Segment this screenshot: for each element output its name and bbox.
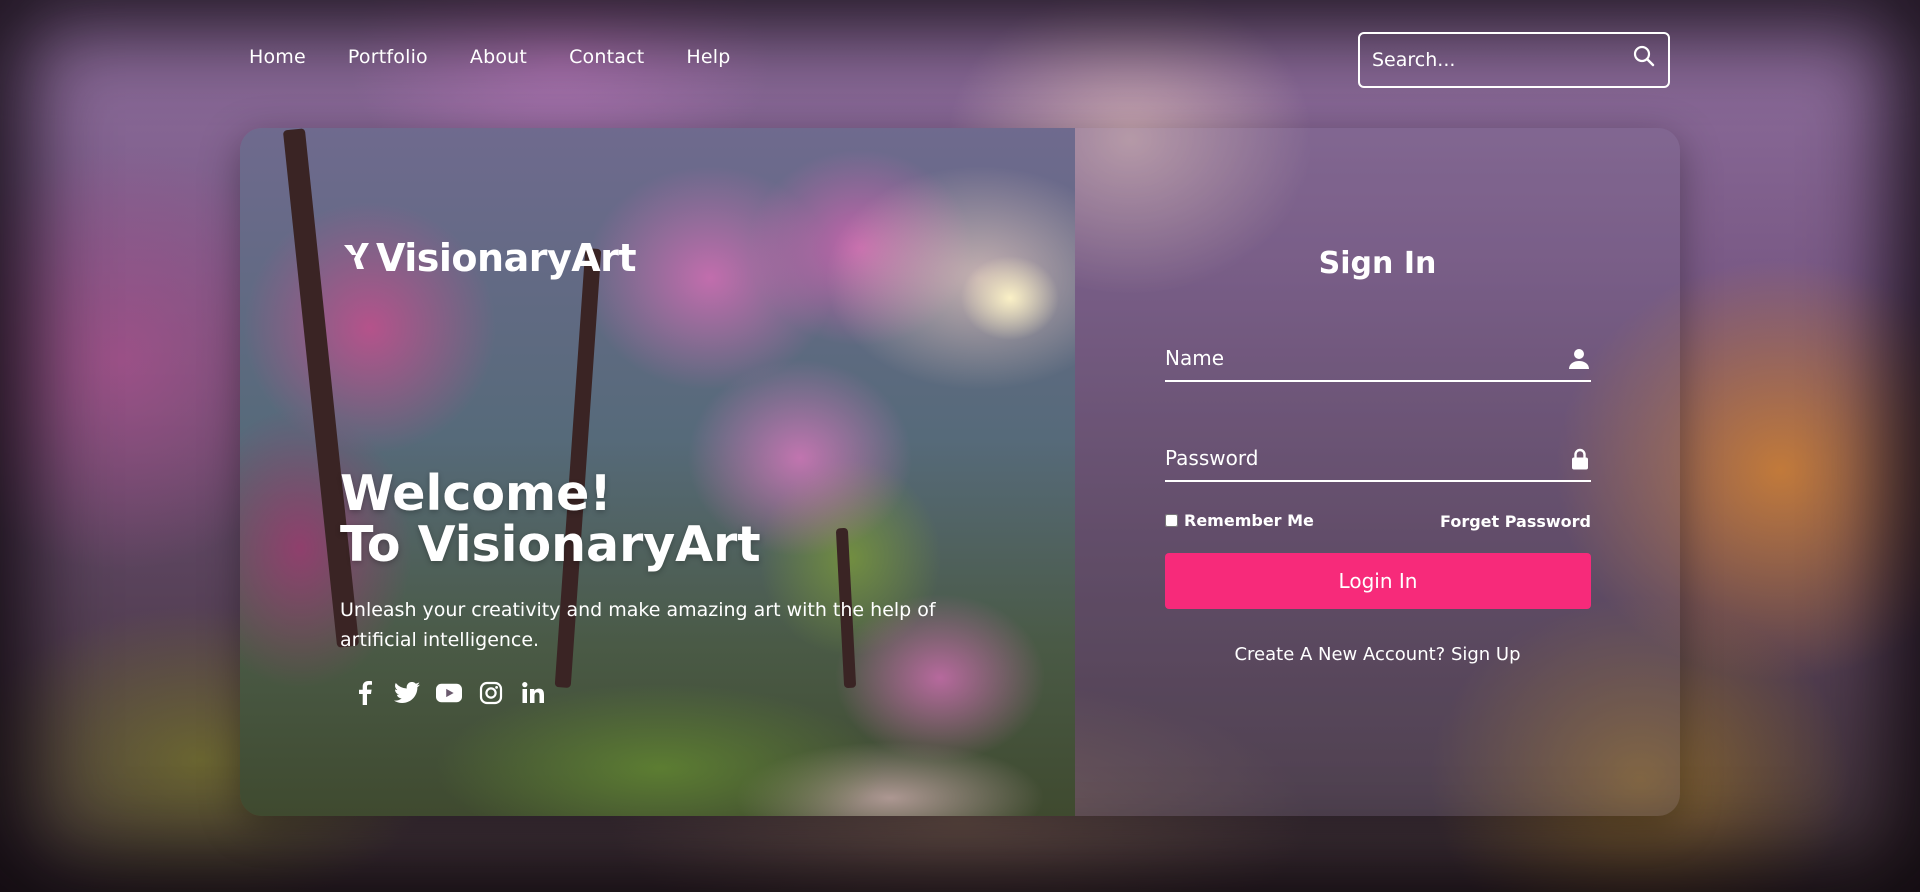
- sign-in-title: Sign In: [1318, 246, 1437, 281]
- login-button[interactable]: Login In: [1165, 553, 1591, 609]
- user-icon: [1569, 348, 1589, 374]
- search-box: [1358, 32, 1670, 88]
- search-icon[interactable]: [1632, 44, 1656, 72]
- password-input[interactable]: [1165, 446, 1545, 470]
- password-field: [1165, 436, 1591, 482]
- hero-image: VisionaryArt Welcome! To VisionaryArt Un…: [240, 128, 1075, 816]
- tagline: Unleash your creativity and make amazing…: [340, 599, 936, 651]
- remember-me-label: Remember Me: [1184, 511, 1314, 530]
- instagram-icon[interactable]: [478, 680, 504, 706]
- welcome-line-1: Welcome!: [340, 465, 612, 522]
- search-input[interactable]: [1372, 49, 1632, 71]
- nav-contact[interactable]: Contact: [569, 46, 644, 68]
- forget-password-link[interactable]: Forget Password: [1440, 512, 1591, 531]
- nav-help[interactable]: Help: [686, 46, 730, 68]
- remember-me[interactable]: Remember Me: [1165, 511, 1314, 530]
- brand-logo-icon: [342, 236, 370, 280]
- brand-name: VisionaryArt: [376, 236, 637, 280]
- name-field: [1165, 336, 1591, 382]
- welcome-line-2: To VisionaryArt: [340, 516, 761, 573]
- lock-icon: [1571, 448, 1589, 474]
- nav-home[interactable]: Home: [249, 46, 306, 68]
- youtube-icon[interactable]: [436, 680, 462, 706]
- nav-portfolio[interactable]: Portfolio: [348, 46, 428, 68]
- top-nav: Home Portfolio About Contact Help: [249, 46, 773, 68]
- linkedin-icon[interactable]: [520, 680, 546, 706]
- sign-in-panel: Sign In Remember Me Forget Password Logi…: [1075, 128, 1680, 816]
- social-links: [352, 680, 546, 706]
- login-card: VisionaryArt Welcome! To VisionaryArt Un…: [240, 128, 1680, 816]
- brand: VisionaryArt: [342, 236, 637, 280]
- remember-me-checkbox[interactable]: [1165, 514, 1178, 527]
- twitter-icon[interactable]: [394, 680, 420, 706]
- facebook-icon[interactable]: [352, 680, 378, 706]
- welcome-heading: Welcome! To VisionaryArt: [340, 468, 761, 570]
- sign-up-link[interactable]: Create A New Account? Sign Up: [1075, 644, 1680, 665]
- name-input[interactable]: [1165, 346, 1545, 370]
- nav-about[interactable]: About: [470, 46, 527, 68]
